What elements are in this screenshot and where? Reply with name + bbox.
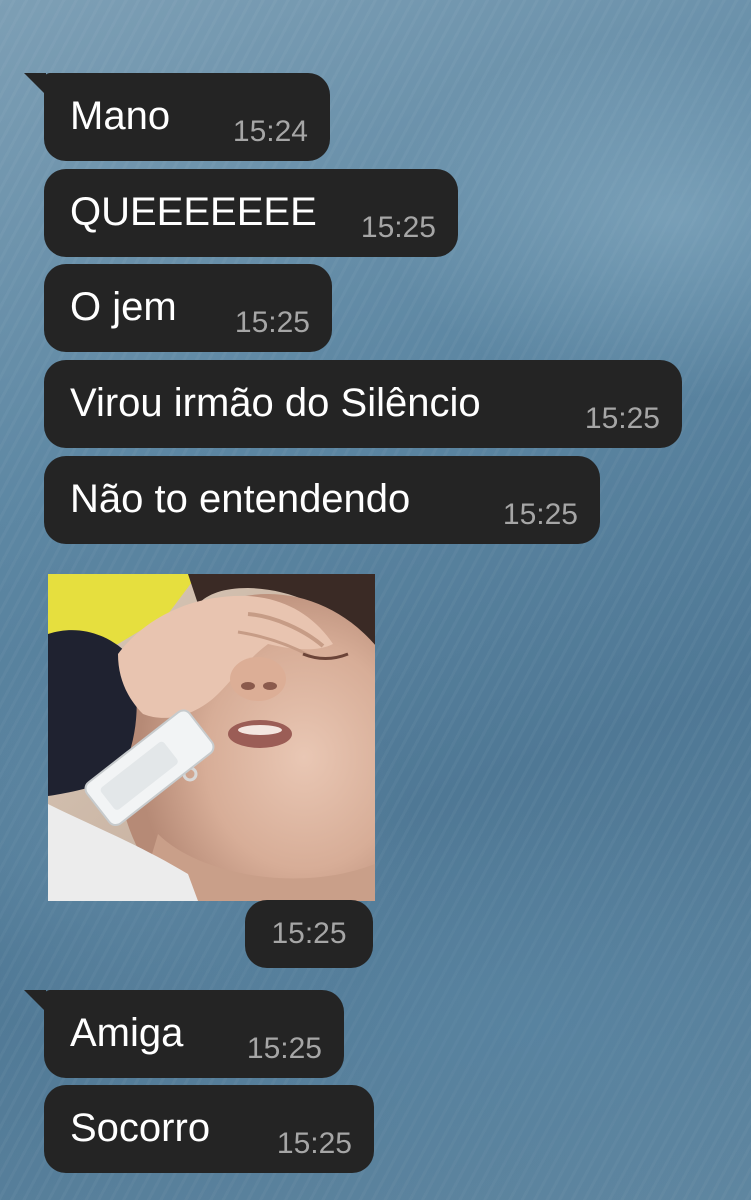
message-bubble[interactable]: QUEEEEEEE 15:25 bbox=[44, 169, 458, 257]
photo-timestamp: 15:25 bbox=[271, 917, 347, 950]
message-text: Virou irmão do Silêncio bbox=[70, 381, 481, 425]
photo-image bbox=[48, 574, 375, 901]
message-text: Não to entendendo bbox=[70, 477, 411, 521]
message-text: Mano bbox=[70, 94, 171, 138]
photo-message[interactable] bbox=[48, 574, 375, 901]
message-bubble[interactable]: O jem 15:25 bbox=[44, 264, 332, 352]
photo-timestamp-badge: 15:25 bbox=[245, 900, 373, 968]
message-timestamp: 15:25 bbox=[502, 498, 578, 531]
message-timestamp: 15:25 bbox=[584, 402, 660, 435]
message-bubble[interactable]: Virou irmão do Silêncio 15:25 bbox=[44, 360, 682, 448]
message-bubble[interactable]: Amiga 15:25 bbox=[24, 990, 344, 1078]
message-bubble[interactable]: Não to entendendo 15:25 bbox=[44, 456, 600, 544]
message-timestamp: 15:25 bbox=[246, 1032, 322, 1065]
chat-area[interactable]: Mano 15:24 QUEEEEEEE 15:25 O jem 15:25 V… bbox=[0, 0, 751, 1200]
message-timestamp: 15:25 bbox=[234, 306, 310, 339]
message-timestamp: 15:25 bbox=[276, 1127, 352, 1160]
message-text: Socorro bbox=[70, 1106, 211, 1150]
message-bubble[interactable]: Mano 15:24 bbox=[24, 73, 330, 161]
message-bubble[interactable]: Socorro 15:25 bbox=[44, 1085, 374, 1173]
message-text: O jem bbox=[70, 285, 177, 329]
message-text: Amiga bbox=[70, 1011, 184, 1055]
message-timestamp: 15:24 bbox=[232, 115, 308, 148]
message-timestamp: 15:25 bbox=[360, 211, 436, 244]
message-text: QUEEEEEEE bbox=[70, 190, 317, 234]
